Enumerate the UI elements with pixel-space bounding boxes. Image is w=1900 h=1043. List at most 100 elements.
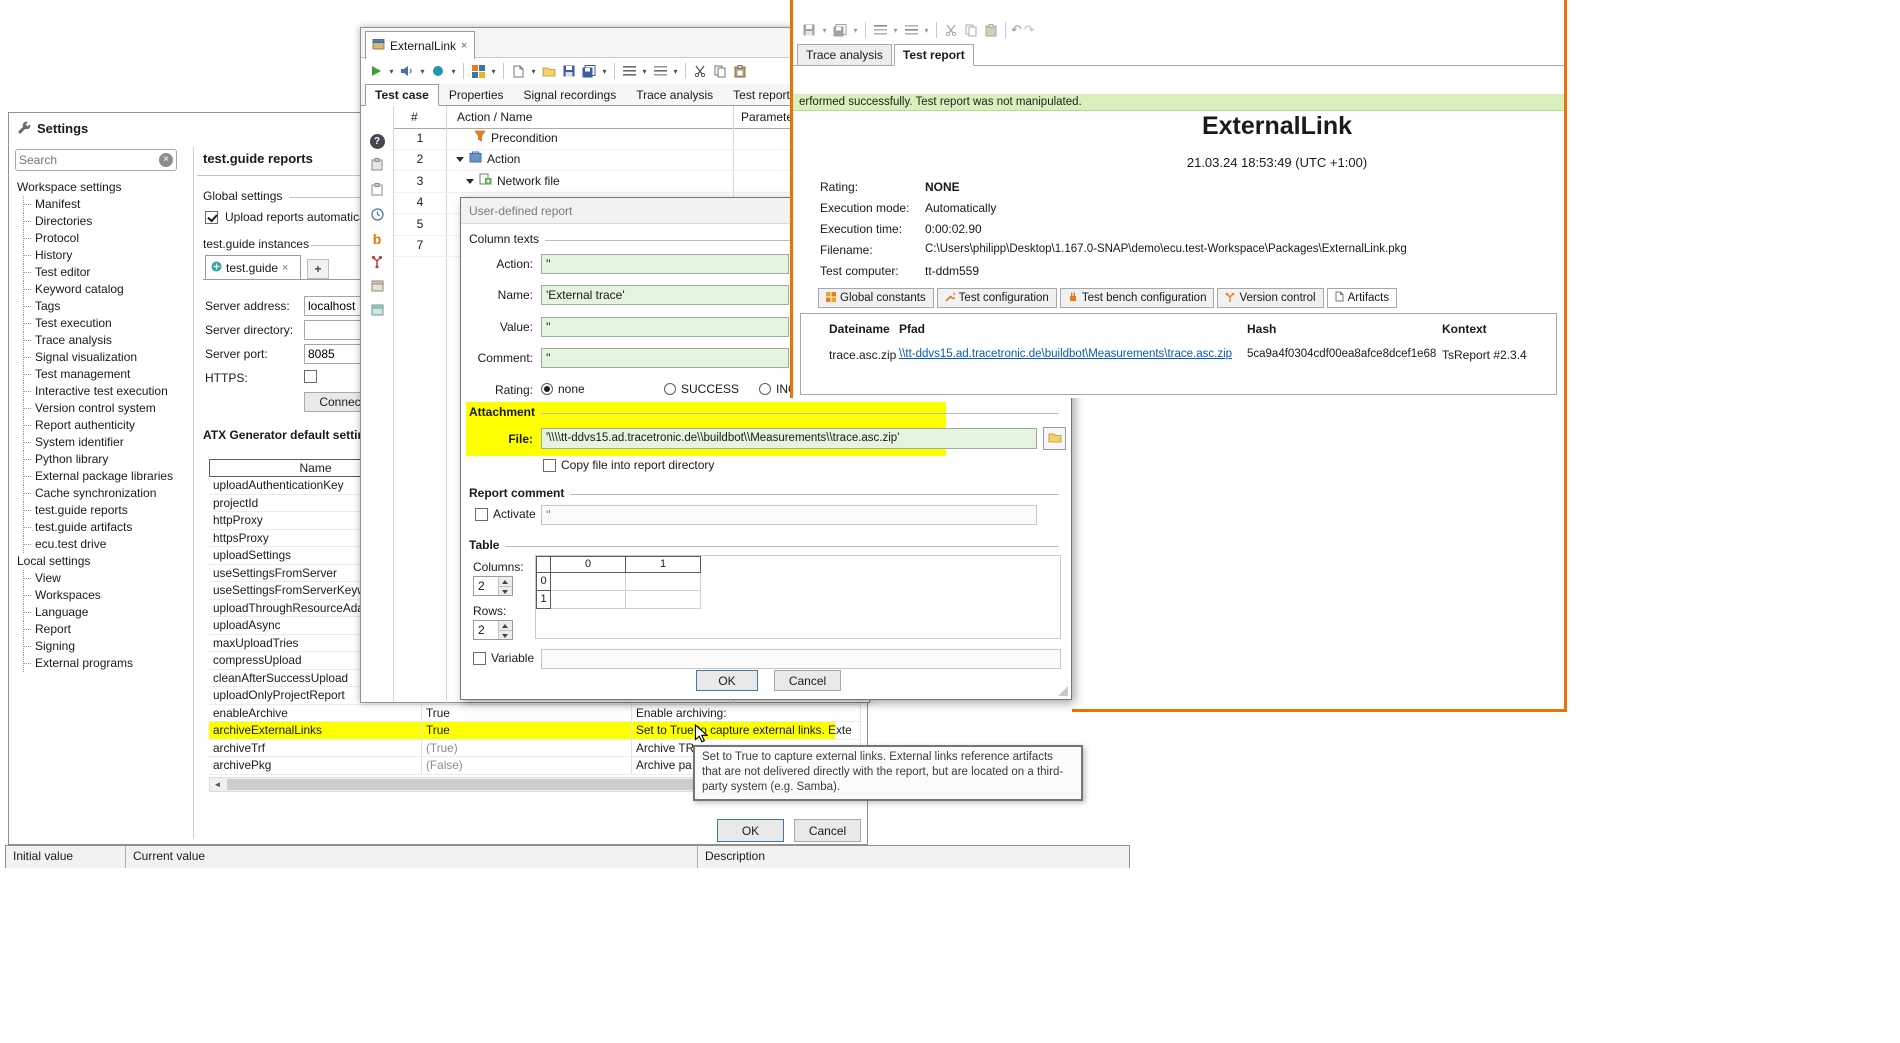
table-preview[interactable]: 0 1 0 1 <box>535 555 1061 639</box>
paste-icon[interactable] <box>731 62 749 80</box>
variable-field[interactable] <box>541 649 1061 669</box>
sidebar-item-history[interactable]: History <box>13 247 191 264</box>
column-header-initial-value[interactable]: Initial value <box>6 846 126 868</box>
sidebar-item-signal-visualization[interactable]: Signal visualization <box>13 349 191 366</box>
tab-test-report[interactable]: Test report <box>894 44 974 66</box>
help-icon[interactable]: ? <box>370 134 385 149</box>
tab-version-control[interactable]: Version control <box>1217 288 1323 308</box>
close-icon[interactable]: × <box>282 262 288 274</box>
radio-success-label[interactable]: SUCCESS <box>681 382 739 396</box>
spin-up-icon[interactable] <box>499 621 512 631</box>
tab-test-guide-instance[interactable]: test.guide × <box>205 255 301 279</box>
sidebar-item-language[interactable]: Language <box>13 604 191 621</box>
debug-icon[interactable] <box>429 62 447 80</box>
sidebar-item-workspaces[interactable]: Workspaces <box>13 587 191 604</box>
sidebar-item-python-library[interactable]: Python library <box>13 451 191 468</box>
paste-icon[interactable] <box>982 21 1000 39</box>
radio-none[interactable] <box>541 383 553 395</box>
sidebar-item-ecu-test-drive[interactable]: ecu.test drive <box>13 536 191 553</box>
tree-group-workspace[interactable]: Workspace settings <box>13 179 191 196</box>
sidebar-item-external-programs[interactable]: External programs <box>13 655 191 672</box>
tab-test-report[interactable]: Test report <box>723 84 800 106</box>
comment-field[interactable]: '' <box>541 348 789 368</box>
save-icon[interactable] <box>560 62 578 80</box>
tab-artifacts[interactable]: Artifacts <box>1327 288 1398 308</box>
grid-row-header[interactable]: 0 <box>536 573 551 591</box>
tab-global-constants[interactable]: Global constants <box>818 288 934 308</box>
chevron-down-icon[interactable]: ▾ <box>851 26 860 35</box>
copy-icon[interactable] <box>711 62 729 80</box>
ok-button[interactable]: OK <box>717 819 784 842</box>
chevron-down-icon[interactable]: ▾ <box>529 67 538 76</box>
tab-trace-analysis[interactable]: Trace analysis <box>797 44 892 66</box>
sidebar-item-manifest[interactable]: Manifest <box>13 196 191 213</box>
chevron-down-icon[interactable]: ▾ <box>418 67 427 76</box>
chevron-down-icon[interactable]: ▾ <box>891 26 900 35</box>
cut-icon[interactable] <box>691 62 709 80</box>
tab-test-case[interactable]: Test case <box>365 84 439 106</box>
cancel-button[interactable]: Cancel <box>794 819 861 842</box>
package-icon[interactable] <box>371 280 384 295</box>
open-folder-icon[interactable] <box>540 62 558 80</box>
report-comment-field[interactable]: '' <box>541 505 1037 525</box>
add-instance-button[interactable]: + <box>307 259 329 279</box>
sidebar-item-view[interactable]: View <box>13 570 191 587</box>
file-field[interactable]: '\\\\tt-ddvs15.ad.tracetronic.de\\buildb… <box>541 428 1037 449</box>
column-header-action-name[interactable]: Action / Name <box>457 110 532 124</box>
grid-column-header[interactable]: 1 <box>626 556 701 573</box>
save-all-icon[interactable] <box>580 62 598 80</box>
expand-steps-icon[interactable] <box>902 21 920 39</box>
spin-down-icon[interactable] <box>499 587 512 596</box>
table-row[interactable]: enableArchive True Enable archiving: <box>209 705 861 723</box>
value-field[interactable]: '' <box>541 317 789 337</box>
column-header-parameter[interactable]: Paramete <box>741 110 793 124</box>
name-field[interactable]: 'External trace' <box>541 285 789 305</box>
collapse-steps-icon[interactable] <box>871 21 889 39</box>
chevron-down-icon[interactable] <box>456 157 464 162</box>
ok-button[interactable]: OK <box>696 670 758 691</box>
redo-icon[interactable]: ↷ <box>1024 22 1035 38</box>
package-icon[interactable] <box>371 304 384 319</box>
sidebar-item-cache-synchronization[interactable]: Cache synchronization <box>13 485 191 502</box>
view-grid-icon[interactable] <box>469 62 487 80</box>
copy-icon[interactable] <box>962 21 980 39</box>
radio-none-label[interactable]: none <box>558 382 585 396</box>
play-icon[interactable] <box>367 62 385 80</box>
chevron-down-icon[interactable] <box>466 179 474 184</box>
chevron-down-icon[interactable]: ▾ <box>640 67 649 76</box>
sidebar-item-keyword-catalog[interactable]: Keyword catalog <box>13 281 191 298</box>
search-input[interactable] <box>15 149 177 171</box>
radio-success[interactable] <box>664 383 676 395</box>
cancel-button[interactable]: Cancel <box>774 670 841 691</box>
sidebar-item-tags[interactable]: Tags <box>13 298 191 315</box>
undo-icon[interactable]: ↶ <box>1011 22 1022 38</box>
tab-externallink[interactable]: ExternalLink × <box>365 31 475 59</box>
columns-stepper[interactable]: 2 <box>473 576 513 596</box>
sidebar-item-test-editor[interactable]: Test editor <box>13 264 191 281</box>
branch-icon[interactable] <box>371 255 383 271</box>
scrollbar-thumb[interactable] <box>227 779 697 790</box>
scroll-left-icon[interactable]: ◄ <box>210 780 225 789</box>
sidebar-item-version-control-system[interactable]: Version control system <box>13 400 191 417</box>
cut-icon[interactable] <box>942 21 960 39</box>
sidebar-item-report-authenticity[interactable]: Report authenticity <box>13 417 191 434</box>
chevron-down-icon[interactable]: ▾ <box>449 67 458 76</box>
column-header-description[interactable]: Description <box>698 846 1129 868</box>
sidebar-item-external-package-libraries[interactable]: External package libraries <box>13 468 191 485</box>
sidebar-item-test-execution[interactable]: Test execution <box>13 315 191 332</box>
sidebar-item-protocol[interactable]: Protocol <box>13 230 191 247</box>
spin-down-icon[interactable] <box>499 631 512 640</box>
sidebar-item-test-management[interactable]: Test management <box>13 366 191 383</box>
tab-properties[interactable]: Properties <box>439 84 514 106</box>
upload-reports-checkbox[interactable] <box>205 211 218 224</box>
chevron-down-icon[interactable]: ▾ <box>387 67 396 76</box>
copy-file-checkbox[interactable] <box>543 459 556 472</box>
save-all-icon[interactable] <box>831 21 849 39</box>
clipboard-icon[interactable] <box>371 183 383 199</box>
tab-test-bench-configuration[interactable]: Test bench configuration <box>1060 288 1215 308</box>
grid-row-header[interactable]: 1 <box>536 591 551 609</box>
save-icon[interactable] <box>800 21 818 39</box>
column-header-index[interactable]: # <box>411 110 418 124</box>
audio-icon[interactable] <box>398 62 416 80</box>
clipboard-icon[interactable] <box>371 158 383 174</box>
